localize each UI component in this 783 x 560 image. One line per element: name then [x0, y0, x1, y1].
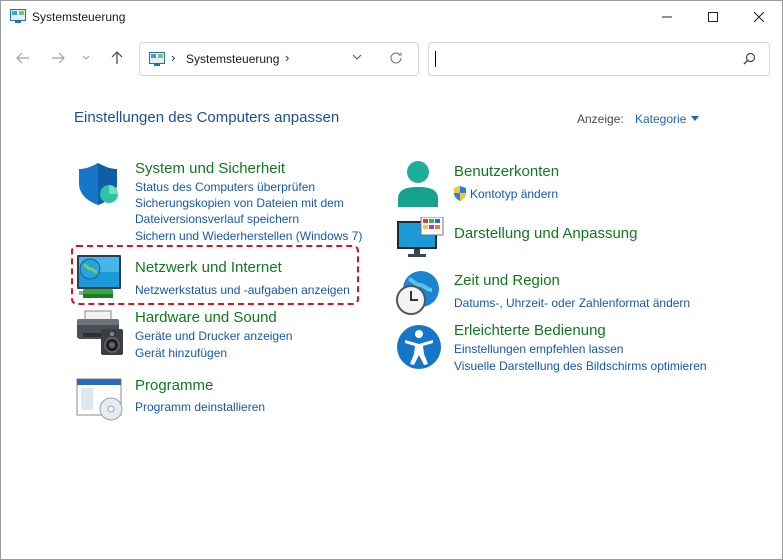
back-button[interactable] — [11, 46, 35, 70]
control-panel-icon — [149, 52, 165, 66]
category-hardware-sound[interactable]: Hardware und Sound — [135, 309, 277, 326]
link-sicherungskopien[interactable]: Sicherungskopien von Dateien mit dem — [135, 196, 344, 210]
search-box[interactable] — [428, 42, 770, 76]
accessibility-icon[interactable] — [395, 323, 443, 371]
search-icon[interactable] — [743, 52, 756, 65]
forward-button[interactable] — [46, 46, 70, 70]
link-status-pruefen[interactable]: Status des Computers überprüfen — [135, 180, 315, 194]
link-sichern-wiederherstellen[interactable]: Sichern und Wiederherstellen (Windows 7) — [135, 229, 362, 243]
link-dateiversionsverlauf[interactable]: Dateiversionsverlauf speichern — [135, 212, 299, 226]
chevron-down-icon — [82, 55, 90, 60]
text-cursor — [435, 51, 436, 67]
monitor-palette-icon[interactable] — [395, 217, 445, 259]
category-benutzerkonten[interactable]: Benutzerkonten — [454, 163, 559, 180]
view-by-label: Anzeige: — [577, 112, 624, 126]
page-title: Einstellungen des Computers anpassen — [74, 109, 340, 126]
printer-speaker-icon[interactable] — [75, 309, 127, 357]
breadcrumb-item-systemsteuerung[interactable]: Systemsteuerung — [186, 52, 279, 66]
caret-down-icon[interactable] — [691, 116, 699, 121]
link-einstellungen-empfehlen[interactable]: Einstellungen empfehlen lassen — [454, 342, 623, 356]
control-panel-window: Systemsteuerung › Systemsteuerung › Eins… — [0, 0, 783, 560]
arrow-right-icon — [52, 52, 65, 64]
link-kontotyp-aendern[interactable]: Kontotyp ändern — [470, 187, 558, 201]
search-input[interactable] — [439, 47, 733, 71]
minimize-button[interactable] — [644, 1, 690, 33]
link-geraet-hinzufuegen[interactable]: Gerät hinzufügen — [135, 346, 227, 360]
breadcrumb-separator[interactable]: › — [285, 50, 289, 65]
programs-disc-icon[interactable] — [75, 377, 127, 421]
up-button[interactable] — [105, 46, 129, 70]
link-datums-uhrzeit-format[interactable]: Datums-, Uhrzeit- oder Zahlenformat ände… — [454, 296, 690, 310]
clock-globe-icon[interactable] — [395, 269, 443, 317]
link-geraete-drucker[interactable]: Geräte und Drucker anzeigen — [135, 329, 292, 343]
category-darstellung-anpassung[interactable]: Darstellung und Anpassung — [454, 225, 637, 242]
shield-icon[interactable] — [75, 161, 123, 207]
address-bar[interactable]: › Systemsteuerung › — [139, 42, 419, 76]
maximize-icon — [708, 12, 718, 22]
user-accounts-icon[interactable] — [395, 159, 441, 209]
refresh-icon[interactable] — [389, 51, 403, 65]
maximize-button[interactable] — [690, 1, 736, 33]
category-system-sicherheit[interactable]: System und Sicherheit — [135, 160, 285, 177]
category-programme[interactable]: Programme — [135, 377, 213, 394]
close-button[interactable] — [736, 1, 782, 33]
chevron-down-icon[interactable] — [352, 53, 362, 61]
category-zeit-region[interactable]: Zeit und Region — [454, 272, 560, 289]
highlight-frame — [71, 245, 359, 305]
title-bar[interactable]: Systemsteuerung — [1, 1, 782, 33]
link-programm-deinstallieren[interactable]: Programm deinstallieren — [135, 400, 265, 414]
minimize-icon — [662, 16, 672, 18]
control-panel-icon — [10, 9, 26, 23]
view-by-dropdown[interactable]: Kategorie — [635, 112, 686, 126]
window-title: Systemsteuerung — [32, 10, 126, 24]
breadcrumb-separator[interactable]: › — [171, 50, 175, 65]
arrow-up-icon — [111, 51, 123, 64]
arrow-left-icon — [16, 52, 29, 64]
link-visuelle-darstellung[interactable]: Visuelle Darstellung des Bildschirms opt… — [454, 359, 707, 373]
uac-shield-icon — [454, 186, 466, 201]
category-erleichterte-bedienung[interactable]: Erleichterte Bedienung — [454, 322, 606, 339]
close-icon — [754, 12, 764, 22]
recent-locations-button[interactable] — [77, 46, 95, 70]
